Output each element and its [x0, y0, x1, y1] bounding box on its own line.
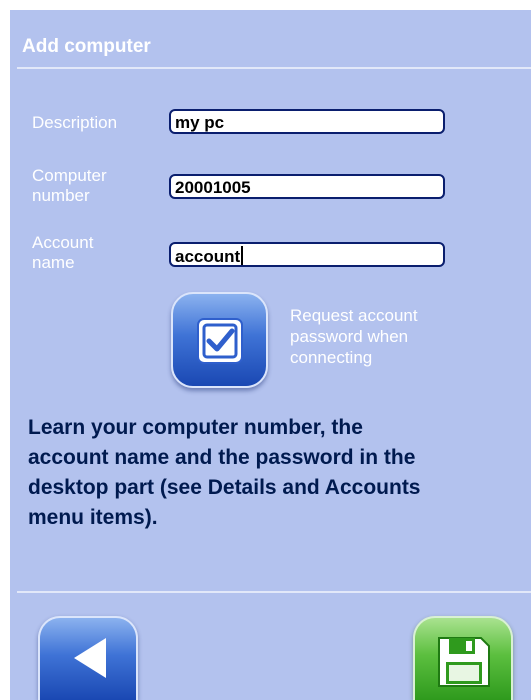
account-name-value: account [175, 247, 241, 266]
account-name-label: Account name [32, 233, 93, 273]
request-password-line3: connecting [290, 348, 373, 367]
request-password-label: Request account password when connecting [290, 305, 480, 368]
computer-number-label-line2: number [32, 186, 90, 205]
save-button[interactable] [413, 616, 513, 700]
page-title: Add computer [22, 36, 151, 57]
description-label: Description [32, 113, 118, 132]
checkbox-checked-icon [197, 318, 243, 364]
back-button[interactable] [38, 616, 138, 700]
computer-number-label-line1: Computer [32, 166, 107, 185]
account-name-label-line2: name [32, 253, 75, 272]
info-line3: desktop part (see Details and Accounts [28, 476, 421, 499]
request-password-line2: password when [290, 327, 409, 346]
header-divider [17, 67, 531, 69]
info-line2: account name and the password in the [28, 446, 416, 469]
description-field[interactable]: my pc [169, 109, 445, 134]
back-arrow-icon [74, 638, 106, 678]
info-line1: Learn your computer number, the [28, 416, 363, 439]
text-cursor [241, 246, 244, 265]
account-name-label-line1: Account [32, 233, 94, 252]
floppy-disk-icon [438, 637, 490, 687]
info-text: Learn your computer number, the account … [28, 413, 528, 533]
request-password-line1: Request account [290, 306, 418, 325]
footer-divider [17, 591, 531, 593]
computer-number-field[interactable]: 20001005 [169, 174, 445, 199]
computer-number-label: Computer number [32, 166, 107, 206]
info-line4: menu items). [28, 506, 158, 529]
account-name-field[interactable]: account [169, 242, 445, 267]
computer-number-value: 20001005 [175, 178, 251, 197]
request-password-checkbox[interactable] [171, 292, 268, 388]
description-value: my pc [175, 113, 225, 132]
